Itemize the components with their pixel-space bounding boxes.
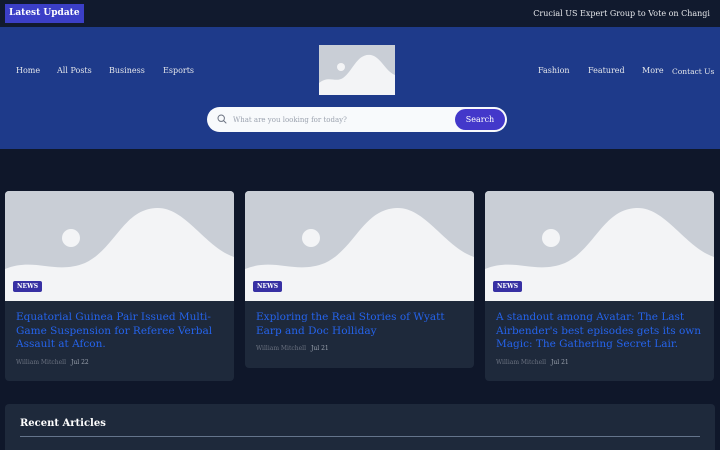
nav-esports[interactable]: Esports [163,66,194,75]
post-card[interactable]: NEWS Exploring the Real Stories of Wyatt… [245,191,474,368]
post-author[interactable]: William Mitchell [256,345,306,352]
category-tag[interactable]: NEWS [253,281,283,292]
post-thumbnail[interactable]: NEWS [245,191,474,301]
top-bar: Latest Update Crucial US Expert Group to… [0,0,720,27]
search-button[interactable]: Search [455,109,505,130]
nav-business[interactable]: Business [109,66,145,75]
post-meta: William Mitchell Jul 22 [16,359,223,366]
nav-fashion[interactable]: Fashion [538,66,570,75]
section-divider [20,436,700,437]
section-title: Recent Articles [20,418,106,429]
nav-more[interactable]: More [642,66,664,75]
post-author[interactable]: William Mitchell [496,359,546,366]
category-tag[interactable]: NEWS [493,281,523,292]
nav-all-posts[interactable]: All Posts [57,66,92,75]
image-placeholder-icon [319,45,395,95]
site-header: Home All Posts Business Esports Fashion … [0,27,720,149]
nav-contact-us[interactable]: Contact Us [672,67,714,76]
post-title[interactable]: Equatorial Guinea Pair Issued Multi-Game… [16,311,223,352]
post-thumbnail[interactable]: NEWS [5,191,234,301]
search-bar: Search [207,107,507,132]
post-date: Jul 21 [311,345,329,352]
post-card[interactable]: NEWS Equatorial Guinea Pair Issued Multi… [5,191,234,381]
search-icon [217,114,227,124]
post-date: Jul 21 [551,358,569,366]
post-author[interactable]: William Mitchell [16,359,66,366]
post-meta: William Mitchell Jul 21 [496,359,703,366]
post-thumbnail[interactable]: NEWS [485,191,714,301]
site-logo[interactable] [319,45,395,95]
nav-home[interactable]: Home [16,66,40,75]
search-input[interactable] [233,111,453,128]
nav-featured[interactable]: Featured [588,66,625,75]
post-meta: William Mitchell Jul 21 [256,345,463,352]
latest-update-badge: Latest Update [5,4,84,23]
post-title[interactable]: Exploring the Real Stories of Wyatt Earp… [256,311,463,338]
post-date: Jul 22 [71,358,89,366]
category-tag[interactable]: NEWS [13,281,43,292]
recent-articles-section: Recent Articles [5,404,715,450]
post-card[interactable]: NEWS A standout among Avatar: The Last A… [485,191,714,381]
news-ticker[interactable]: Crucial US Expert Group to Vote on Chang… [533,0,710,27]
post-title[interactable]: A standout among Avatar: The Last Airben… [496,311,703,352]
